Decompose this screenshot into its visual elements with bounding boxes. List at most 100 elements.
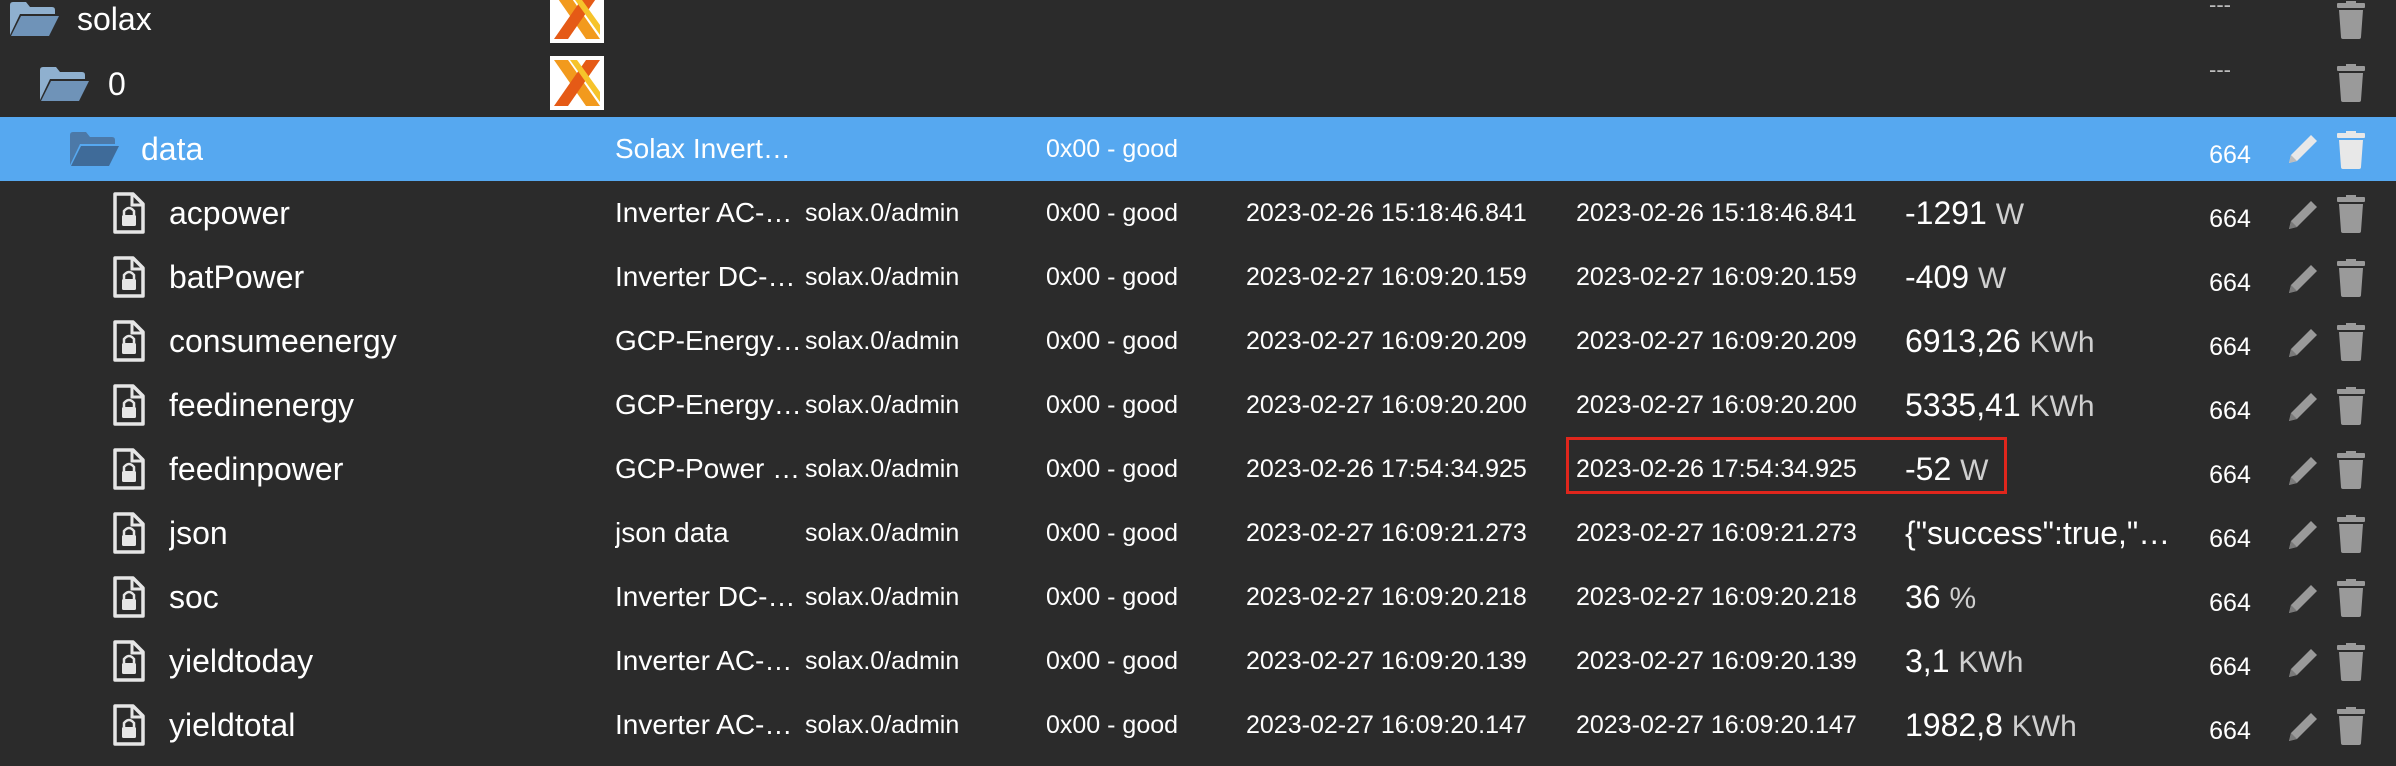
tree-row-feedinenergy[interactable]: feedinenergy GCP-Energy t… solax.0/admin 0x…	[0, 373, 2396, 437]
state-name: acpower	[169, 195, 290, 231]
last-change: 2023-02-27 16:09:20.139	[1576, 647, 1857, 675]
pencil-icon[interactable]	[2285, 645, 2321, 681]
trash-icon[interactable]	[2335, 451, 2367, 489]
rights: 664	[2209, 589, 2251, 617]
state-value[interactable]: {"success":true,"…	[1905, 501, 2173, 565]
tree-row-acpower[interactable]: acpower Inverter AC-P… solax.0/admin 0x00 -…	[0, 181, 2396, 245]
timestamp: 2023-02-27 16:09:20.147	[1246, 711, 1527, 739]
trash-icon[interactable]	[2335, 515, 2367, 553]
tree-row-yieldtoday[interactable]: yieldtoday Inverter AC-E… solax.0/admin 0x0…	[0, 629, 2396, 693]
last-change: 2023-02-27 16:09:20.200	[1576, 391, 1857, 419]
state-value[interactable]: 1982,8 KWh	[1905, 693, 2173, 757]
tree-row-yieldtotal[interactable]: yieldtotal Inverter AC-E… solax.0/admin 0x0…	[0, 693, 2396, 757]
pencil-icon[interactable]	[2285, 325, 2321, 361]
value-number: 3,1	[1905, 643, 1950, 679]
trash-icon[interactable]	[2335, 643, 2367, 681]
folder-open-icon	[40, 67, 89, 101]
state-value[interactable]: 36 %	[1905, 565, 2173, 629]
rights: 664	[2209, 717, 2251, 745]
state-value[interactable]: -1291 W	[1905, 181, 2173, 245]
file-lock-icon	[113, 320, 145, 362]
role: solax.0/admin	[805, 455, 960, 483]
value-number: -409	[1905, 259, 1970, 295]
value-number: 1982,8	[1905, 707, 2003, 743]
trash-icon[interactable]	[2335, 387, 2367, 425]
state-value[interactable]: 6913,26 KWh	[1905, 309, 2173, 373]
state-name: yieldtotal	[169, 707, 296, 743]
trash-icon[interactable]	[2335, 64, 2367, 102]
role: solax.0/admin	[805, 263, 960, 291]
trash-icon[interactable]	[2335, 131, 2367, 169]
trash-icon[interactable]	[2335, 195, 2367, 233]
value-number: 6913,26	[1905, 323, 2021, 359]
trash-icon[interactable]	[2335, 323, 2367, 361]
quality-status: 0x00 - good	[1046, 391, 1179, 419]
last-change: 2023-02-27 16:09:20.159	[1576, 263, 1857, 291]
folder-open-icon	[10, 2, 59, 36]
state-value[interactable]: 3,1 KWh	[1905, 629, 2173, 693]
role: solax.0/admin	[805, 391, 960, 419]
pencil-icon[interactable]	[2285, 131, 2321, 167]
timestamp: 2023-02-27 16:09:21.273	[1246, 519, 1527, 547]
pencil-icon[interactable]	[2285, 197, 2321, 233]
state-name: batPower	[169, 259, 305, 295]
value-unit: KWh	[2029, 390, 2095, 423]
quality-status: 0x00 - good	[1046, 647, 1179, 675]
state-value[interactable]: 5335,41 KWh	[1905, 373, 2173, 437]
value-unit: W	[1995, 198, 2025, 231]
description: Inverter DC-…	[615, 261, 796, 292]
state-value[interactable]: -409 W	[1905, 245, 2173, 309]
rights: 664	[2209, 397, 2251, 425]
trash-icon[interactable]	[2335, 579, 2367, 617]
trash-icon[interactable]	[2335, 1, 2367, 39]
pencil-icon[interactable]	[2285, 453, 2321, 489]
tree-row-0[interactable]: 0 ---	[0, 52, 2396, 116]
state-name: yieldtoday	[169, 643, 314, 679]
file-lock-icon	[113, 448, 145, 490]
last-change: 2023-02-26 17:54:34.925	[1576, 455, 1857, 483]
trash-icon[interactable]	[2335, 259, 2367, 297]
rights: 664	[2209, 461, 2251, 489]
role: solax.0/admin	[805, 199, 960, 227]
folder-open-icon	[70, 132, 119, 166]
quality-status: 0x00 - good	[1046, 263, 1179, 291]
pencil-icon[interactable]	[2285, 709, 2321, 745]
trash-icon[interactable]	[2335, 707, 2367, 745]
timestamp: 2023-02-27 16:09:20.139	[1246, 647, 1527, 675]
file-lock-icon	[113, 512, 145, 554]
file-lock-icon	[113, 704, 145, 746]
description: GCP-Power t…	[615, 453, 805, 484]
tree-row-batPower[interactable]: batPower Inverter DC-… solax.0/admin 0x00 -…	[0, 245, 2396, 309]
pencil-icon[interactable]	[2285, 581, 2321, 617]
quality-status: 0x00 - good	[1046, 711, 1179, 739]
file-lock-icon	[113, 384, 145, 426]
description: Inverter DC-…	[615, 581, 796, 612]
value-unit: KWh	[2011, 710, 2077, 743]
description: Solax Inverte…	[615, 133, 805, 164]
tree-row-json[interactable]: json json data solax.0/admin 0x00 - good 202…	[0, 501, 2396, 565]
description: json data	[615, 517, 729, 548]
description: Inverter AC-E…	[615, 645, 805, 676]
rights: 664	[2209, 653, 2251, 681]
tree-row-data[interactable]: data Solax Inverte… 0x00 - good 664	[0, 117, 2396, 181]
pencil-icon[interactable]	[2285, 261, 2321, 297]
tree-row-soc[interactable]: soc Inverter DC-… solax.0/admin 0x00 - good…	[0, 565, 2396, 629]
tree-row-feedinpower[interactable]: feedinpower GCP-Power t… solax.0/admin 0x00…	[0, 437, 2396, 501]
timestamp: 2023-02-26 15:18:46.841	[1246, 199, 1527, 227]
tree-row-solax[interactable]: solax ---	[0, 0, 2396, 51]
solax-logo-icon	[550, 0, 604, 43]
timestamp: 2023-02-26 17:54:34.925	[1246, 455, 1527, 483]
timestamp: 2023-02-27 16:09:20.218	[1246, 583, 1527, 611]
pencil-icon[interactable]	[2285, 517, 2321, 553]
description: Inverter AC-P…	[615, 197, 805, 228]
role: solax.0/admin	[805, 647, 960, 675]
pencil-icon[interactable]	[2285, 389, 2321, 425]
state-value[interactable]: -52 W	[1905, 437, 2173, 501]
role: solax.0/admin	[805, 327, 960, 355]
last-change: 2023-02-27 16:09:21.273	[1576, 519, 1857, 547]
tree-node-name: solax	[77, 1, 152, 37]
tree-row-consumeenergy[interactable]: consumeenergy GCP-Energy f… solax.0/admin 0…	[0, 309, 2396, 373]
file-lock-icon	[113, 256, 145, 298]
state-name: consumeenergy	[169, 323, 397, 359]
value-unit: W	[1960, 454, 1989, 487]
